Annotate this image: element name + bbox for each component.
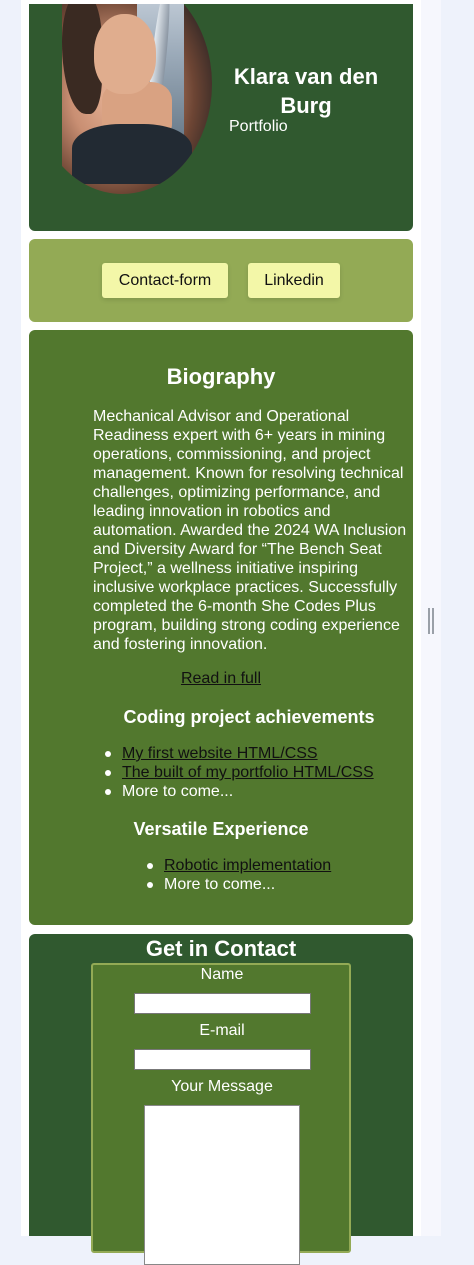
biography-section: Biography Mechanical Advisor and Operati…: [29, 330, 413, 925]
name-label: Name: [200, 966, 244, 983]
photo-oval-mask: [62, 4, 212, 194]
biography-heading: Biography: [166, 364, 276, 389]
list-item: More to come...: [145, 875, 331, 894]
linkedin-button[interactable]: Linkedin: [248, 263, 340, 298]
robotic-implementation-link[interactable]: Robotic implementation: [164, 857, 331, 874]
versatile-experience-list: Robotic implementation More to come...: [145, 856, 331, 894]
email-label: E-mail: [199, 1022, 245, 1039]
message-label: Your Message: [171, 1078, 273, 1095]
first-website-link[interactable]: My first website HTML/CSS: [122, 745, 318, 762]
contact-heading: Get in Contact: [145, 936, 297, 961]
read-in-full-link[interactable]: Read in full: [29, 670, 413, 688]
profile-photo: [62, 4, 214, 195]
coding-achievements-list: My first website HTML/CSS The built of m…: [103, 744, 374, 801]
list-item: The built of my portfolio HTML/CSS: [103, 763, 374, 782]
versatile-experience-heading: Versatile Experience: [133, 819, 309, 839]
profile-subtitle: Portfolio: [229, 118, 288, 135]
contact-form: Name E-mail Your Message: [91, 963, 351, 1265]
contact-section: Get in Contact Name E-mail Your Message: [29, 934, 413, 1265]
message-textarea[interactable]: [144, 1105, 300, 1265]
portfolio-build-link[interactable]: The built of my portfolio HTML/CSS: [122, 764, 374, 781]
name-field[interactable]: [134, 993, 311, 1014]
coding-achievements-heading: Coding project achievements: [123, 707, 375, 727]
biography-text: Mechanical Advisor and Operational Readi…: [93, 408, 407, 653]
list-item: More to come...: [103, 782, 374, 801]
contact-form-button[interactable]: Contact-form: [102, 263, 228, 298]
email-field[interactable]: [134, 1049, 311, 1070]
list-item: Robotic implementation: [145, 856, 331, 875]
profile-name: Klara van den Burg: [233, 64, 379, 118]
list-item: My first website HTML/CSS: [103, 744, 374, 763]
profile-header: Klara van den Burg Portfolio: [29, 4, 413, 231]
link-buttons-bar: Contact-form Linkedin: [29, 239, 413, 322]
resize-handle-icon[interactable]: [428, 608, 434, 634]
